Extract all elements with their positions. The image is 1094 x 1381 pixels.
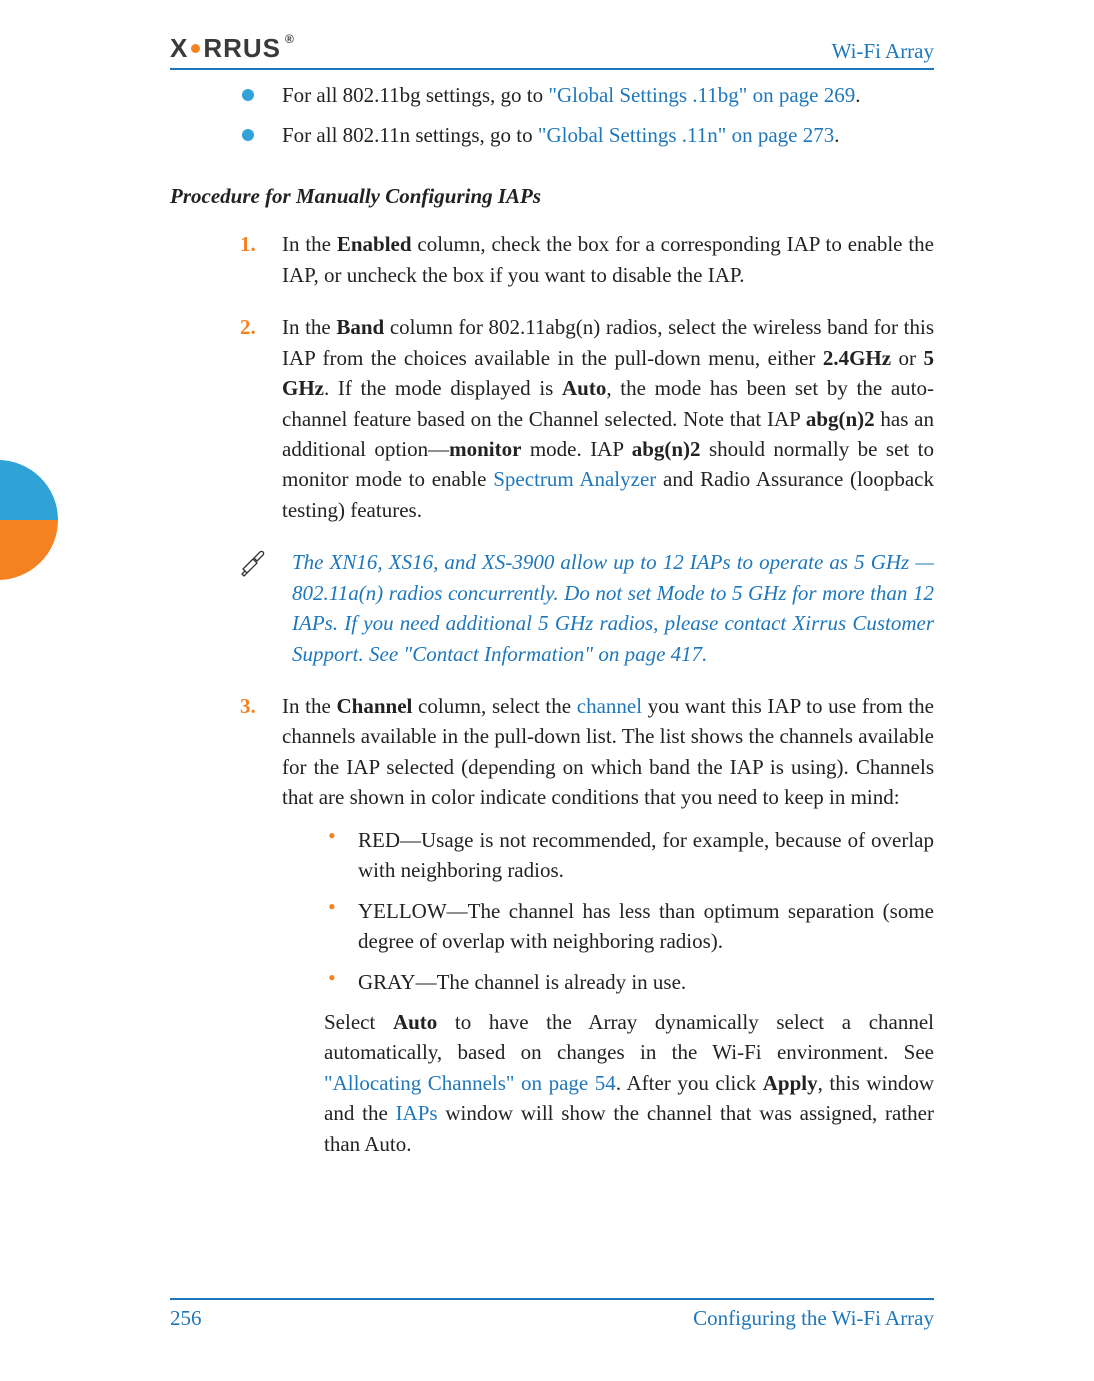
intro-bullet-11n: For all 802.11n settings, go to "Global … <box>240 120 934 150</box>
intro-bullet-11bg-text: For all 802.11bg settings, go to <box>282 83 548 107</box>
step-3-auto-bold: Auto <box>393 1010 437 1034</box>
note-box: The XN16, XS16, and XS-3900 allow up to … <box>240 547 934 669</box>
link-global-11n[interactable]: "Global Settings .11n" on page 273 <box>538 123 834 147</box>
step-2: In the Band column for 802.11abg(n) radi… <box>240 312 934 525</box>
color-gray-item: GRAY—The channel is already in use. <box>324 967 934 997</box>
intro-bullet-11n-suffix: . <box>834 123 839 147</box>
header-title: Wi-Fi Array <box>832 39 934 64</box>
intro-bullet-11n-text: For all 802.11n settings, go to <box>282 123 538 147</box>
step-3-t2: column, select the <box>412 694 576 718</box>
page-header: X RRUS ® Wi-Fi Array <box>170 20 934 70</box>
page-number: 256 <box>170 1306 202 1331</box>
page-content: For all 802.11bg settings, go to "Global… <box>170 80 934 1271</box>
intro-bullet-11bg: For all 802.11bg settings, go to "Global… <box>240 80 934 110</box>
intro-bullet-list: For all 802.11bg settings, go to "Global… <box>240 80 934 151</box>
logo-dot-icon <box>191 44 200 53</box>
step-2-24ghz-bold: 2.4GHz <box>823 346 891 370</box>
hand-icon <box>240 547 274 669</box>
writing-hand-icon <box>240 547 274 577</box>
step-2-t7: mode. IAP <box>521 437 631 461</box>
step-2-abg-bold: abg(n)2 <box>806 407 875 431</box>
color-yellow-item: YELLOW—The channel has less than optimum… <box>324 896 934 957</box>
trademark-icon: ® <box>285 32 295 46</box>
intro-bullet-11bg-suffix: . <box>855 83 860 107</box>
step-1: In the Enabled column, check the box for… <box>240 229 934 290</box>
footer-section-title: Configuring the Wi-Fi Array <box>693 1306 934 1331</box>
procedure-steps-continued: In the Channel column, select the channe… <box>240 691 934 1159</box>
step-3: In the Channel column, select the channe… <box>240 691 934 1159</box>
step-2-abg2-bold: abg(n)2 <box>632 437 701 461</box>
step-2-band-bold: Band <box>336 315 384 339</box>
step-3-paragraph-2: Select Auto to have the Array dynamicall… <box>324 1007 934 1159</box>
step-2-monitor-bold: monitor <box>449 437 521 461</box>
color-red-item: RED—Usage is not recommended, for exampl… <box>324 825 934 886</box>
channel-color-list: RED—Usage is not recommended, for exampl… <box>324 825 934 997</box>
step-2-t1: In the <box>282 315 336 339</box>
link-global-11bg[interactable]: "Global Settings .11bg" on page 269 <box>548 83 855 107</box>
procedure-subheading: Procedure for Manually Configuring IAPs <box>170 181 934 211</box>
step-2-t3: or <box>891 346 923 370</box>
page: X RRUS ® Wi-Fi Array For all 802.11bg se… <box>0 0 1094 1381</box>
step-3-p2-t1: Select <box>324 1010 393 1034</box>
procedure-steps: In the Enabled column, check the box for… <box>240 229 934 525</box>
xirrus-logo: X RRUS ® <box>170 33 293 64</box>
step-2-t4: . If the mode displayed is <box>324 376 562 400</box>
link-channel[interactable]: channel <box>577 694 642 718</box>
step-3-channel-bold: Channel <box>337 694 413 718</box>
link-iaps[interactable]: IAPs <box>396 1101 438 1125</box>
link-allocating-channels[interactable]: "Allocating Channels" on page 54 <box>324 1071 616 1095</box>
link-spectrum-analyzer[interactable]: Spectrum Analyzer <box>493 467 656 491</box>
page-footer: 256 Configuring the Wi-Fi Array <box>170 1298 934 1331</box>
step-3-p2-t3: . After you click <box>616 1071 763 1095</box>
logo-text-rrus: RRUS <box>203 33 281 64</box>
step-1-pre: In the <box>282 232 337 256</box>
step-1-enabled-bold: Enabled <box>337 232 412 256</box>
logo-letter-x: X <box>170 33 188 64</box>
step-2-auto-bold: Auto <box>562 376 606 400</box>
step-3-t1: In the <box>282 694 337 718</box>
note-text: The XN16, XS16, and XS-3900 allow up to … <box>292 547 934 669</box>
step-3-apply-bold: Apply <box>763 1071 818 1095</box>
side-tab-decoration <box>0 460 58 580</box>
